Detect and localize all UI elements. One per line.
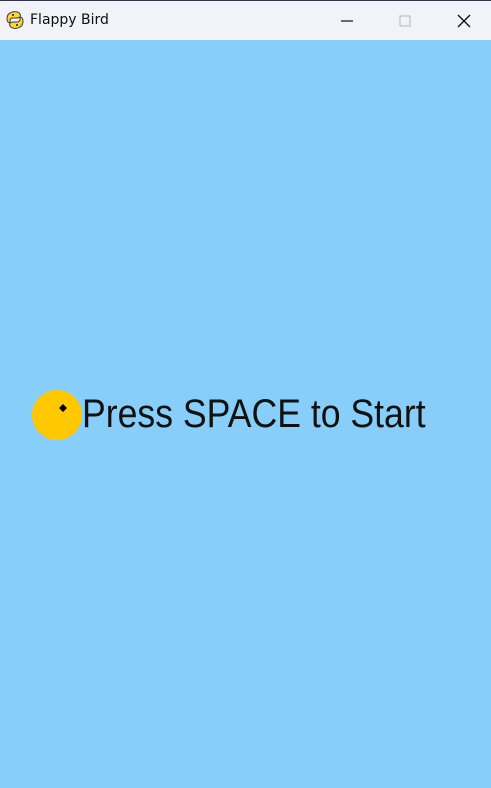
close-icon (457, 14, 471, 28)
game-canvas[interactable]: Press SPACE to Start (0, 40, 491, 788)
flappy-bird-window: Flappy Bird Press SPACE to Start (0, 0, 491, 788)
bird-eye-icon (59, 404, 67, 412)
minimize-button[interactable] (318, 1, 376, 41)
maximize-icon (399, 15, 411, 27)
bird (32, 390, 82, 440)
close-button[interactable] (434, 1, 491, 41)
start-message: Press SPACE to Start (82, 392, 426, 436)
window-titlebar[interactable]: Flappy Bird (0, 0, 491, 40)
minimize-icon (341, 20, 353, 22)
maximize-button[interactable] (376, 1, 434, 41)
python-snake-icon (6, 11, 24, 29)
window-title: Flappy Bird (30, 12, 109, 28)
